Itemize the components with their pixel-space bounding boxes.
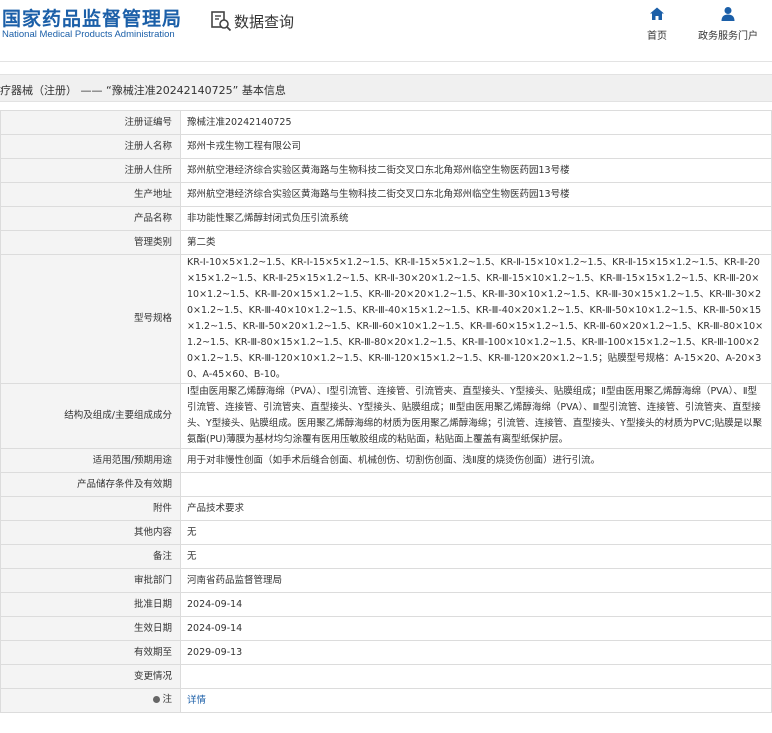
table-row: 其他内容 无 bbox=[0, 520, 772, 545]
field-value bbox=[180, 664, 772, 689]
field-label: 管理类别 bbox=[0, 230, 181, 255]
site-header: 国家药品监督管理局 National Medical Products Admi… bbox=[0, 0, 772, 62]
field-label: 变更情况 bbox=[0, 664, 181, 689]
info-dot-icon bbox=[153, 696, 161, 704]
field-value: 无 bbox=[180, 520, 772, 545]
table-row: 注册证编号 豫械注准20242140725 bbox=[0, 110, 772, 135]
data-query-label: 数据查询 bbox=[234, 12, 295, 31]
table-row: 产品储存条件及有效期 bbox=[0, 472, 772, 497]
field-value bbox=[180, 472, 772, 497]
nav-portal-link[interactable]: 政务服务门户 bbox=[697, 6, 759, 42]
table-row: 适用范围/预期用途 用于对非慢性创面（如手术后缝合创面、机械创伤、切割伤创面、浅… bbox=[0, 448, 772, 473]
table-row: 生效日期 2024-09-14 bbox=[0, 616, 772, 641]
field-label: 注册人名称 bbox=[0, 134, 181, 159]
table-row: 批准日期 2024-09-14 bbox=[0, 592, 772, 617]
field-label: 审批部门 bbox=[0, 568, 181, 593]
site-logo-en[interactable]: National Medical Products Administration bbox=[2, 29, 175, 40]
table-row: 备注 无 bbox=[0, 544, 772, 569]
note-label-text: 注 bbox=[162, 693, 172, 705]
field-value: 产品技术要求 bbox=[180, 496, 772, 521]
record-title-bar: 疗器械（注册） —— “豫械注准20242140725” 基本信息 bbox=[0, 74, 772, 102]
record-title: 疗器械（注册） —— “豫械注准20242140725” 基本信息 bbox=[0, 84, 286, 97]
table-row: 注 详情 bbox=[0, 688, 772, 713]
field-value: 豫械注准20242140725 bbox=[180, 110, 772, 135]
field-label: 生效日期 bbox=[0, 616, 181, 641]
table-row: 审批部门 河南省药品监督管理局 bbox=[0, 568, 772, 593]
field-label: 型号规格 bbox=[0, 254, 181, 384]
field-value: 用于对非慢性创面（如手术后缝合创面、机械创伤、切割伤创面、浅Ⅱ度的烧烫伤创面）进… bbox=[180, 448, 772, 473]
field-value: 郑州航空港经济综合实验区黄海路与生物科技二街交叉口东北角郑州临空生物医药园13号… bbox=[180, 158, 772, 183]
details-link[interactable]: 详情 bbox=[187, 695, 206, 706]
table-row: 有效期至 2029-09-13 bbox=[0, 640, 772, 665]
field-label: 批准日期 bbox=[0, 592, 181, 617]
field-value: 第二类 bbox=[180, 230, 772, 255]
field-label: 产品储存条件及有效期 bbox=[0, 472, 181, 497]
field-label: 附件 bbox=[0, 496, 181, 521]
field-label: 注册证编号 bbox=[0, 110, 181, 135]
field-label: 生产地址 bbox=[0, 182, 181, 207]
table-row: 生产地址 郑州航空港经济综合实验区黄海路与生物科技二街交叉口东北角郑州临空生物医… bbox=[0, 182, 772, 207]
table-row: 变更情况 bbox=[0, 664, 772, 689]
note-label-cell: 注 bbox=[0, 688, 181, 713]
table-row: 注册人住所 郑州航空港经济综合实验区黄海路与生物科技二街交叉口东北角郑州临空生物… bbox=[0, 158, 772, 183]
field-label: 其他内容 bbox=[0, 520, 181, 545]
field-value: 河南省药品监督管理局 bbox=[180, 568, 772, 593]
data-query-heading: 数据查询 bbox=[210, 10, 294, 32]
field-label: 注册人住所 bbox=[0, 158, 181, 183]
detail-table: 注册证编号 豫械注准20242140725 注册人名称 郑州卡戎生物工程有限公司… bbox=[0, 110, 772, 713]
table-row: 型号规格 KR-Ⅰ-10×5×1.2~1.5、KR-Ⅰ-15×5×1.2~1.5… bbox=[0, 254, 772, 384]
field-value: 无 bbox=[180, 544, 772, 569]
field-value: 2024-09-14 bbox=[180, 592, 772, 617]
table-row: 结构及组成/主要组成成分 Ⅰ型由医用聚乙烯醇海绵（PVA）、Ⅰ型引流管、连接管、… bbox=[0, 383, 772, 449]
field-label: 结构及组成/主要组成成分 bbox=[0, 383, 181, 449]
field-value: 郑州卡戎生物工程有限公司 bbox=[180, 134, 772, 159]
table-row: 管理类别 第二类 bbox=[0, 230, 772, 255]
home-icon bbox=[650, 7, 664, 20]
table-row: 注册人名称 郑州卡戎生物工程有限公司 bbox=[0, 134, 772, 159]
nav-home-link[interactable]: 首页 bbox=[641, 6, 673, 42]
table-row: 产品名称 非功能性聚乙烯醇封闭式负压引流系统 bbox=[0, 206, 772, 231]
note-value-cell: 详情 bbox=[180, 688, 772, 713]
field-value: 2029-09-13 bbox=[180, 640, 772, 665]
field-value: KR-Ⅰ-10×5×1.2~1.5、KR-Ⅰ-15×5×1.2~1.5、KR-Ⅱ… bbox=[180, 254, 772, 384]
user-icon bbox=[721, 7, 735, 21]
field-label: 产品名称 bbox=[0, 206, 181, 231]
field-value: 非功能性聚乙烯醇封闭式负压引流系统 bbox=[180, 206, 772, 231]
field-label: 适用范围/预期用途 bbox=[0, 448, 181, 473]
note-label: 注 bbox=[153, 692, 172, 708]
document-search-icon bbox=[211, 11, 232, 32]
field-value: 2024-09-14 bbox=[180, 616, 772, 641]
table-row: 附件 产品技术要求 bbox=[0, 496, 772, 521]
field-label: 有效期至 bbox=[0, 640, 181, 665]
nav-portal-label: 政务服务门户 bbox=[698, 31, 758, 42]
field-value: 郑州航空港经济综合实验区黄海路与生物科技二街交叉口东北角郑州临空生物医药园13号… bbox=[180, 182, 772, 207]
nav-home-label: 首页 bbox=[647, 31, 667, 42]
header-divider bbox=[0, 61, 772, 62]
field-label: 备注 bbox=[0, 544, 181, 569]
site-logo-cn[interactable]: 国家药品监督管理局 bbox=[2, 4, 182, 31]
field-value: Ⅰ型由医用聚乙烯醇海绵（PVA）、Ⅰ型引流管、连接管、引流管夹、直型接头、Y型接… bbox=[180, 383, 772, 449]
